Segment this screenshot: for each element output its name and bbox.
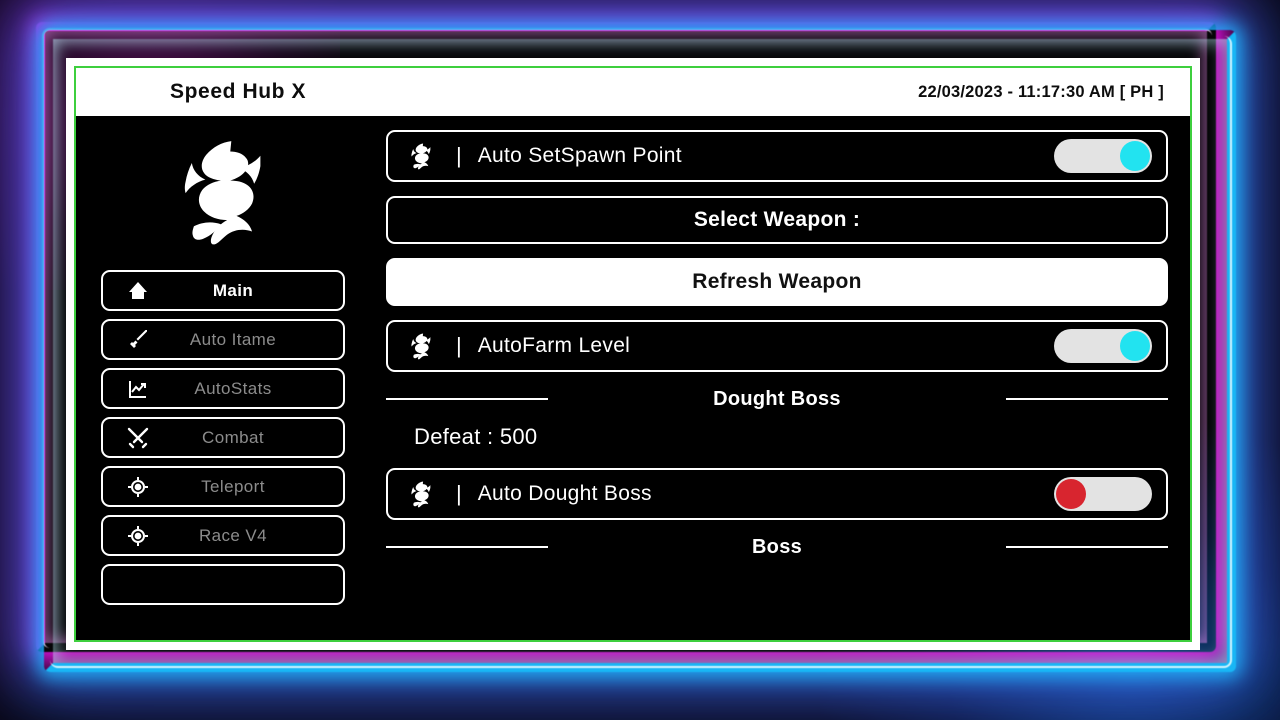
sidebar-item-label: Teleport — [201, 476, 265, 496]
sidebar-item-race-v4[interactable]: Race V4 — [101, 515, 345, 556]
section-divider-dought-boss: Dought Boss — [386, 388, 1168, 410]
sidebar-item-main[interactable]: Main — [101, 270, 345, 311]
row-label: Auto SetSpawn Point — [477, 144, 682, 167]
clock-label: 22/03/2023 - 11:17:30 AM [ PH ] — [918, 82, 1164, 101]
divider-line-right — [1006, 546, 1168, 548]
section-title: Dought Boss — [713, 387, 841, 410]
row-label: Auto Dought Boss — [477, 482, 652, 505]
sidebar-item-auto-itame[interactable]: Auto Itame — [101, 319, 345, 360]
screen-background: Speed Hub X 22/03/2023 - 11:17:30 AM [ P… — [0, 0, 1280, 720]
divider-line-left — [386, 398, 548, 400]
speed-hub-s-logo-icon — [406, 331, 436, 361]
sword-icon — [125, 327, 151, 353]
divider-line-right — [1006, 398, 1168, 400]
target-icon — [125, 474, 151, 500]
row-auto-dought-boss[interactable]: | Auto Dought Boss — [386, 468, 1168, 520]
sidebar-item-label: Race V4 — [198, 525, 267, 545]
toggle-auto-dought-boss[interactable] — [1054, 477, 1152, 511]
sidebar-item-teleport[interactable]: Teleport — [101, 466, 345, 507]
crossed-swords-icon — [125, 425, 151, 451]
speed-hub-s-logo-icon — [163, 132, 283, 250]
sidebar-nav: Main Auto Itame AutoStats Combat Telepor… — [76, 270, 370, 605]
sidebar-item-combat[interactable]: Combat — [101, 417, 345, 458]
sidebar-item-label: Main — [212, 280, 254, 300]
sidebar-item-label: Auto Itame — [189, 329, 277, 349]
row-label: AutoFarm Level — [477, 334, 631, 357]
row-auto-setspawn-point[interactable]: | Auto SetSpawn Point — [386, 130, 1168, 182]
divider-line-left — [386, 546, 548, 548]
target-icon — [125, 523, 151, 549]
title-bar: Speed Hub X 22/03/2023 - 11:17:30 AM [ P… — [76, 68, 1190, 116]
app-window-inner: Speed Hub X 22/03/2023 - 11:17:30 AM [ P… — [74, 66, 1192, 642]
sidebar-item-label: AutoStats — [194, 378, 272, 398]
sidebar-item-label: Combat — [202, 427, 264, 447]
section-title: Boss — [751, 535, 803, 558]
toggle-knob — [1120, 141, 1150, 171]
sidebar-item-overflow[interactable] — [101, 564, 345, 605]
section-divider-boss: Boss — [386, 536, 1168, 558]
home-icon — [125, 278, 151, 304]
row-separator: | — [456, 333, 462, 358]
main-content: | Auto SetSpawn Point Select Weapon : Re… — [370, 116, 1190, 640]
window-body: Main Auto Itame AutoStats Combat Telepor… — [76, 116, 1190, 640]
toggle-knob — [1056, 479, 1086, 509]
select-weapon-button[interactable]: Select Weapon : — [386, 196, 1168, 244]
toggle-knob — [1120, 331, 1150, 361]
toggle-auto-setspawn-point[interactable] — [1054, 139, 1152, 173]
speed-hub-s-logo-icon — [406, 479, 436, 509]
speed-hub-s-logo-icon — [406, 141, 436, 171]
toggle-autofarm-level[interactable] — [1054, 329, 1152, 363]
sidebar-item-autostats[interactable]: AutoStats — [101, 368, 345, 409]
sidebar: Main Auto Itame AutoStats Combat Telepor… — [76, 116, 370, 640]
row-autofarm-level[interactable]: | AutoFarm Level — [386, 320, 1168, 372]
refresh-weapon-button[interactable]: Refresh Weapon — [386, 258, 1168, 306]
app-window-frame: Speed Hub X 22/03/2023 - 11:17:30 AM [ P… — [66, 58, 1200, 650]
chart-up-icon — [125, 376, 151, 402]
row-separator: | — [456, 481, 462, 506]
row-separator: | — [456, 143, 462, 168]
defeat-count-label: Defeat : 500 — [414, 424, 538, 449]
app-title: Speed Hub X — [170, 80, 307, 103]
